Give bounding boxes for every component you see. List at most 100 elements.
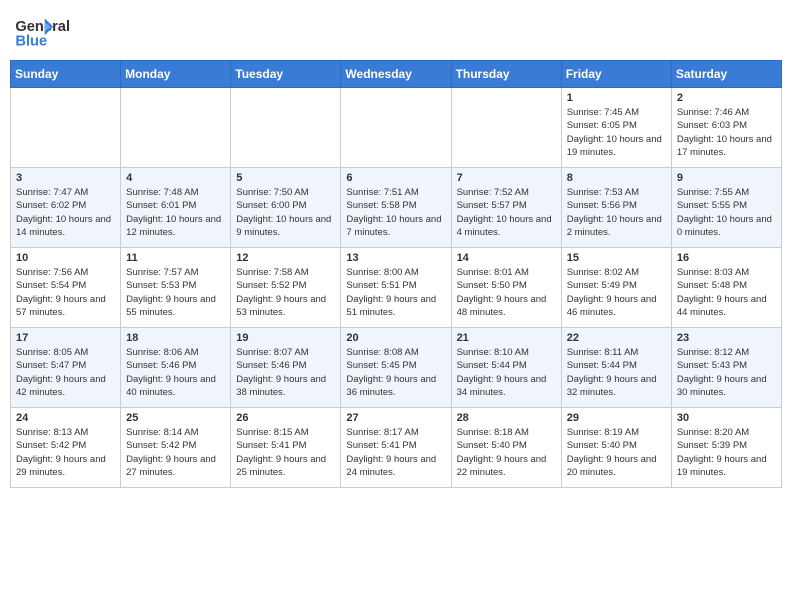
day-info: Sunrise: 8:07 AM Sunset: 5:46 PM Dayligh… xyxy=(236,346,335,399)
col-header-monday: Monday xyxy=(121,61,231,88)
day-info: Sunrise: 8:01 AM Sunset: 5:50 PM Dayligh… xyxy=(457,266,556,319)
calendar-cell: 22Sunrise: 8:11 AM Sunset: 5:44 PM Dayli… xyxy=(561,328,671,408)
col-header-sunday: Sunday xyxy=(11,61,121,88)
day-info: Sunrise: 7:50 AM Sunset: 6:00 PM Dayligh… xyxy=(236,186,335,239)
svg-text:Blue: Blue xyxy=(15,34,47,50)
calendar-cell: 16 Sunrise: 8:03 AM Sunset: 5:48 PM Dayli… xyxy=(671,248,781,328)
day-number: 10 xyxy=(16,252,115,264)
day-number: 5 xyxy=(236,172,335,184)
day-info: Sunrise: 8:14 AM Sunset: 5:42 PM Dayligh… xyxy=(126,426,225,479)
svg-text:General: General xyxy=(15,19,70,35)
day-number: 6 xyxy=(346,172,445,184)
calendar-cell: 15 Sunrise: 8:02 AM Sunset: 5:49 PM Dayli… xyxy=(561,248,671,328)
calendar-cell xyxy=(231,88,341,168)
col-header-thursday: Thursday xyxy=(451,61,561,88)
day-info: Sunrise: 8:15 AM Sunset: 5:41 PM Dayligh… xyxy=(236,426,335,479)
day-info: Sunrise: 7:56 AM Sunset: 5:54 PM Dayligh… xyxy=(16,266,115,319)
calendar-cell: 30 Sunrise: 8:20 AM Sunset: 5:39 PM Dayli… xyxy=(671,408,781,488)
day-number: 1 xyxy=(567,92,666,104)
calendar-cell: 17 Sunrise: 8:05 AM Sunset: 5:47 PM Dayli… xyxy=(11,328,121,408)
day-info: Sunrise: 8:08 AM Sunset: 5:45 PM Dayligh… xyxy=(346,346,445,399)
calendar-week-row: 10 Sunrise: 7:56 AM Sunset: 5:54 PM Dayli… xyxy=(11,248,782,328)
day-number: 28 xyxy=(457,412,556,424)
day-info: Sunrise: 8:18 AM Sunset: 5:40 PM Dayligh… xyxy=(457,426,556,479)
day-info: Sunrise: 8:05 AM Sunset: 5:47 PM Dayligh… xyxy=(16,346,115,399)
day-info: Sunrise: 7:51 AM Sunset: 5:58 PM Dayligh… xyxy=(346,186,445,239)
day-number: 9 xyxy=(677,172,776,184)
calendar-week-row: 24 Sunrise: 8:13 AM Sunset: 5:42 PM Dayli… xyxy=(11,408,782,488)
calendar-table: SundayMondayTuesdayWednesdayThursdayFrid… xyxy=(10,60,782,488)
calendar-cell: 5 Sunrise: 7:50 AM Sunset: 6:00 PM Daylig… xyxy=(231,168,341,248)
day-number: 19 xyxy=(236,332,335,344)
day-info: Sunrise: 8:19 AM Sunset: 5:40 PM Dayligh… xyxy=(567,426,666,479)
calendar-cell xyxy=(121,88,231,168)
calendar-cell: 23 Sunrise: 8:12 AM Sunset: 5:43 PM Dayli… xyxy=(671,328,781,408)
day-number: 27 xyxy=(346,412,445,424)
calendar-cell: 29 Sunrise: 8:19 AM Sunset: 5:40 PM Dayli… xyxy=(561,408,671,488)
calendar-cell: 25Sunrise: 8:14 AM Sunset: 5:42 PM Dayli… xyxy=(121,408,231,488)
calendar-cell: 11Sunrise: 7:57 AM Sunset: 5:53 PM Dayli… xyxy=(121,248,231,328)
day-info: Sunrise: 7:48 AM Sunset: 6:01 PM Dayligh… xyxy=(126,186,225,239)
calendar-cell: 2 Sunrise: 7:46 AM Sunset: 6:03 PM Daylig… xyxy=(671,88,781,168)
day-number: 20 xyxy=(346,332,445,344)
logo-icon: General Blue xyxy=(10,10,90,52)
day-number: 23 xyxy=(677,332,776,344)
calendar-cell xyxy=(11,88,121,168)
day-info: Sunrise: 7:57 AM Sunset: 5:53 PM Dayligh… xyxy=(126,266,225,319)
calendar-cell: 26 Sunrise: 8:15 AM Sunset: 5:41 PM Dayli… xyxy=(231,408,341,488)
day-info: Sunrise: 8:20 AM Sunset: 5:39 PM Dayligh… xyxy=(677,426,776,479)
day-info: Sunrise: 8:00 AM Sunset: 5:51 PM Dayligh… xyxy=(346,266,445,319)
day-info: Sunrise: 7:55 AM Sunset: 5:55 PM Dayligh… xyxy=(677,186,776,239)
day-info: Sunrise: 8:11 AM Sunset: 5:44 PM Dayligh… xyxy=(567,346,666,399)
day-number: 16 xyxy=(677,252,776,264)
day-info: Sunrise: 8:13 AM Sunset: 5:42 PM Dayligh… xyxy=(16,426,115,479)
day-info: Sunrise: 7:47 AM Sunset: 6:02 PM Dayligh… xyxy=(16,186,115,239)
day-info: Sunrise: 8:03 AM Sunset: 5:48 PM Dayligh… xyxy=(677,266,776,319)
calendar-cell: 28 Sunrise: 8:18 AM Sunset: 5:40 PM Dayli… xyxy=(451,408,561,488)
day-info: Sunrise: 8:12 AM Sunset: 5:43 PM Dayligh… xyxy=(677,346,776,399)
day-info: Sunrise: 7:46 AM Sunset: 6:03 PM Dayligh… xyxy=(677,106,776,159)
day-number: 3 xyxy=(16,172,115,184)
day-info: Sunrise: 8:02 AM Sunset: 5:49 PM Dayligh… xyxy=(567,266,666,319)
day-number: 24 xyxy=(16,412,115,424)
calendar-week-row: 3 Sunrise: 7:47 AM Sunset: 6:02 PM Daylig… xyxy=(11,168,782,248)
day-number: 30 xyxy=(677,412,776,424)
calendar-week-row: 1Sunrise: 7:45 AM Sunset: 6:05 PM Daylig… xyxy=(11,88,782,168)
day-number: 17 xyxy=(16,332,115,344)
calendar-cell xyxy=(451,88,561,168)
calendar-cell: 18Sunrise: 8:06 AM Sunset: 5:46 PM Dayli… xyxy=(121,328,231,408)
day-info: Sunrise: 8:10 AM Sunset: 5:44 PM Dayligh… xyxy=(457,346,556,399)
calendar-cell: 19 Sunrise: 8:07 AM Sunset: 5:46 PM Dayli… xyxy=(231,328,341,408)
logo: General Blue xyxy=(10,10,90,52)
day-info: Sunrise: 7:53 AM Sunset: 5:56 PM Dayligh… xyxy=(567,186,666,239)
day-number: 15 xyxy=(567,252,666,264)
calendar-header-row: SundayMondayTuesdayWednesdayThursdayFrid… xyxy=(11,61,782,88)
calendar-cell: 27 Sunrise: 8:17 AM Sunset: 5:41 PM Dayli… xyxy=(341,408,451,488)
calendar-cell: 9 Sunrise: 7:55 AM Sunset: 5:55 PM Daylig… xyxy=(671,168,781,248)
col-header-tuesday: Tuesday xyxy=(231,61,341,88)
day-number: 13 xyxy=(346,252,445,264)
day-number: 18 xyxy=(126,332,225,344)
day-number: 12 xyxy=(236,252,335,264)
calendar-cell: 12 Sunrise: 7:58 AM Sunset: 5:52 PM Dayli… xyxy=(231,248,341,328)
calendar-cell xyxy=(341,88,451,168)
calendar-cell: 20 Sunrise: 8:08 AM Sunset: 5:45 PM Dayli… xyxy=(341,328,451,408)
day-number: 2 xyxy=(677,92,776,104)
day-number: 29 xyxy=(567,412,666,424)
day-info: Sunrise: 8:17 AM Sunset: 5:41 PM Dayligh… xyxy=(346,426,445,479)
col-header-friday: Friday xyxy=(561,61,671,88)
calendar-cell: 3 Sunrise: 7:47 AM Sunset: 6:02 PM Daylig… xyxy=(11,168,121,248)
calendar-cell: 24 Sunrise: 8:13 AM Sunset: 5:42 PM Dayli… xyxy=(11,408,121,488)
col-header-wednesday: Wednesday xyxy=(341,61,451,88)
day-number: 7 xyxy=(457,172,556,184)
day-number: 26 xyxy=(236,412,335,424)
day-number: 8 xyxy=(567,172,666,184)
calendar-cell: 13 Sunrise: 8:00 AM Sunset: 5:51 PM Dayli… xyxy=(341,248,451,328)
day-number: 21 xyxy=(457,332,556,344)
calendar-cell: 8 Sunrise: 7:53 AM Sunset: 5:56 PM Daylig… xyxy=(561,168,671,248)
calendar-cell: 7Sunrise: 7:52 AM Sunset: 5:57 PM Daylig… xyxy=(451,168,561,248)
day-info: Sunrise: 7:58 AM Sunset: 5:52 PM Dayligh… xyxy=(236,266,335,319)
calendar-cell: 14Sunrise: 8:01 AM Sunset: 5:50 PM Dayli… xyxy=(451,248,561,328)
calendar-cell: 10 Sunrise: 7:56 AM Sunset: 5:54 PM Dayli… xyxy=(11,248,121,328)
calendar-cell: 21 Sunrise: 8:10 AM Sunset: 5:44 PM Dayli… xyxy=(451,328,561,408)
